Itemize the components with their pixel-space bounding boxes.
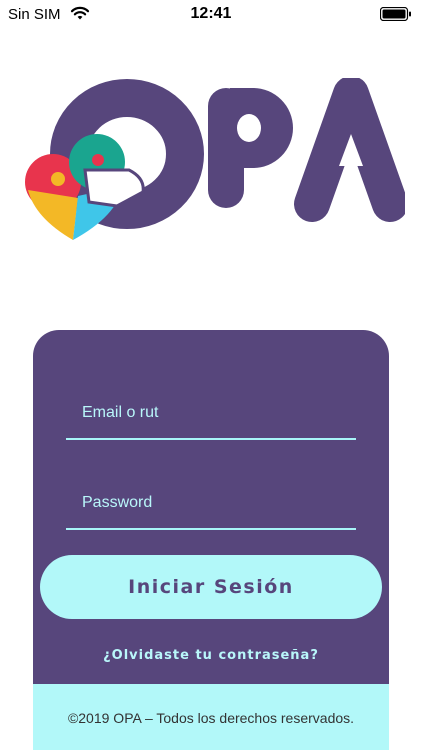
login-button[interactable]: Iniciar Sesión (40, 555, 382, 619)
status-bar: Sin SIM 12:41 (0, 0, 422, 30)
battery-icon (380, 7, 411, 21)
opa-logo-graphic (25, 76, 408, 240)
email-placeholder: Email o rut (82, 404, 159, 421)
footer: ©2019 OPA – Todos los derechos reservado… (33, 684, 389, 750)
password-field[interactable]: Password (66, 468, 356, 530)
opa-logo (25, 76, 408, 248)
logo-letter-p (208, 88, 293, 208)
login-card: Email o rut Password Iniciar Sesión ¿Olv… (33, 330, 389, 750)
logo-letter-a (294, 76, 408, 222)
clock: 12:41 (190, 5, 232, 22)
forgot-password-link[interactable]: ¿Olvidaste tu contraseña? (33, 648, 389, 663)
password-placeholder: Password (82, 494, 153, 511)
copyright-text: ©2019 OPA – Todos los derechos reservado… (67, 710, 355, 726)
email-field[interactable]: Email o rut (66, 378, 356, 440)
